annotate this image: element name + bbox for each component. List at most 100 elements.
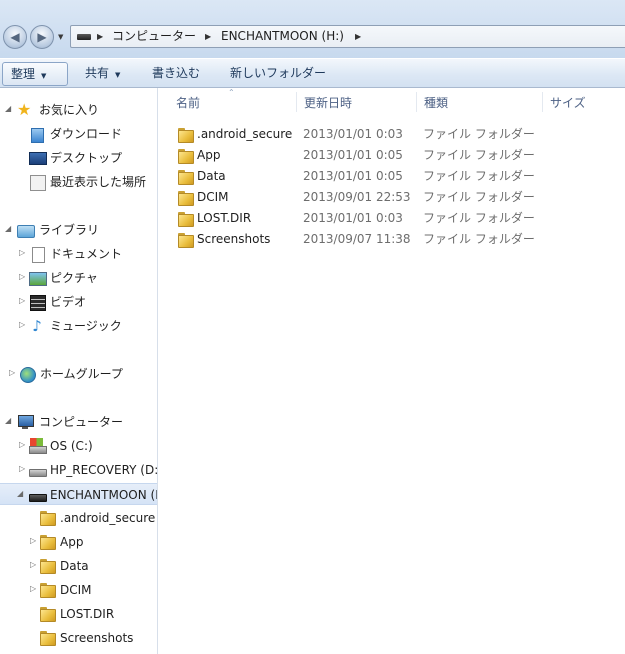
- nav-subfolder[interactable]: Screenshots: [0, 627, 157, 649]
- file-type: ファイル フォルダー: [423, 190, 535, 204]
- folder-icon: [178, 148, 194, 164]
- video-icon: [29, 294, 46, 311]
- new-folder-button[interactable]: 新しいフォルダー: [222, 62, 334, 86]
- nav-item-music[interactable]: ▷ ♪ ミュージック: [0, 315, 157, 337]
- collapsed-chevron-icon[interactable]: ▷: [19, 464, 25, 473]
- column-header-type[interactable]: 種類: [416, 88, 542, 115]
- pictures-icon: [29, 270, 47, 286]
- address-bar[interactable]: ▶ コンピューター ▶ ENCHANTMOON (H:) ▶: [70, 25, 625, 48]
- nav-subfolder[interactable]: .android_secure: [0, 507, 157, 529]
- nav-subfolder[interactable]: ▷ App: [0, 531, 157, 553]
- collapsed-chevron-icon[interactable]: ▷: [30, 536, 36, 545]
- command-toolbar: 整理 ▼ 共有 ▼ 書き込む 新しいフォルダー: [0, 58, 625, 88]
- title-address-area: ◀ ▶ ▼ ▶ コンピューター ▶ ENCHANTMOON (H:) ▶: [0, 0, 625, 58]
- file-list-pane[interactable]: ⌃ 名前 更新日時 種類 サイズ .android_secure 2013/01…: [159, 88, 625, 654]
- file-date: 2013/01/01 0:03: [303, 127, 403, 141]
- collapsed-chevron-icon[interactable]: ▷: [30, 560, 36, 569]
- nav-libraries-label: ライブラリ: [39, 223, 100, 237]
- computer-icon: [17, 414, 34, 430]
- file-type: ファイル フォルダー: [423, 127, 535, 141]
- folder-icon: [178, 211, 194, 227]
- burn-button[interactable]: 書き込む: [144, 62, 208, 86]
- folder-icon: [40, 630, 56, 646]
- column-header-size[interactable]: サイズ: [542, 88, 625, 115]
- breadcrumb-enchantmoon[interactable]: ENCHANTMOON (H:): [221, 26, 344, 47]
- collapsed-chevron-icon[interactable]: ▷: [19, 320, 25, 329]
- nav-subfolder[interactable]: LOST.DIR: [0, 603, 157, 625]
- file-date: 2013/01/01 0:03: [303, 211, 403, 225]
- file-date: 2013/01/01 0:05: [303, 169, 403, 183]
- chevron-down-icon: ▼: [115, 71, 121, 79]
- folder-icon: [40, 558, 56, 574]
- file-row[interactable]: .android_secure 2013/01/01 0:03 ファイル フォル…: [159, 124, 625, 145]
- forward-arrow-icon: ▶: [37, 30, 47, 44]
- nav-computer[interactable]: ◢ コンピューター: [0, 411, 157, 433]
- forward-button[interactable]: ▶: [30, 25, 54, 49]
- nav-drive-d[interactable]: ▷ HP_RECOVERY (D:: [0, 459, 158, 481]
- file-name: DCIM: [197, 190, 229, 204]
- nav-item-pictures[interactable]: ▷ ピクチャ: [0, 267, 157, 289]
- expanded-chevron-icon[interactable]: ◢: [5, 104, 11, 113]
- nav-item-label: HP_RECOVERY (D:: [50, 463, 158, 477]
- folder-icon: [40, 510, 56, 526]
- file-row[interactable]: Data 2013/01/01 0:05 ファイル フォルダー: [159, 166, 625, 187]
- collapsed-chevron-icon[interactable]: ▷: [19, 248, 25, 257]
- download-icon: [29, 126, 45, 143]
- collapsed-chevron-icon[interactable]: ▷: [19, 296, 25, 305]
- file-row[interactable]: Screenshots 2013/09/07 11:38 ファイル フォルダー: [159, 229, 625, 250]
- nav-item-videos[interactable]: ▷ ビデオ: [0, 291, 157, 313]
- breadcrumb-chevron-icon[interactable]: ▶: [97, 26, 103, 47]
- folder-icon: [40, 582, 56, 598]
- expanded-chevron-icon[interactable]: ◢: [5, 416, 11, 425]
- nav-item-downloads[interactable]: ダウンロード: [0, 123, 157, 145]
- nav-favorites[interactable]: ◢ ★ お気に入り: [0, 99, 157, 121]
- nav-item-recent-places[interactable]: 最近表示した場所: [0, 171, 157, 193]
- breadcrumb-chevron-icon[interactable]: ▶: [205, 26, 211, 47]
- organize-label: 整理: [11, 67, 36, 81]
- share-label: 共有: [85, 66, 110, 80]
- desktop-icon: [29, 150, 47, 166]
- expanded-chevron-icon[interactable]: ◢: [5, 224, 11, 233]
- file-row[interactable]: DCIM 2013/09/01 22:53 ファイル フォルダー: [159, 187, 625, 208]
- nav-subfolder[interactable]: ▷ DCIM: [0, 579, 157, 601]
- column-header-name[interactable]: 名前: [168, 88, 296, 115]
- documents-icon: [29, 246, 45, 263]
- nav-item-label: LOST.DIR: [60, 607, 115, 621]
- homegroup-icon: [19, 366, 36, 383]
- nav-homegroup[interactable]: ▷ ホームグループ: [0, 363, 157, 385]
- nav-item-label: ENCHANTMOON (H: [50, 488, 158, 502]
- nav-drive-h[interactable]: ◢ ENCHANTMOON (H: [0, 483, 158, 505]
- breadcrumb-computer[interactable]: コンピューター: [112, 26, 196, 47]
- nav-subfolder[interactable]: ▷ Data: [0, 555, 157, 577]
- nav-item-label: OS (C:): [50, 439, 93, 453]
- collapsed-chevron-icon[interactable]: ▷: [19, 440, 25, 449]
- column-header-date[interactable]: 更新日時: [296, 88, 416, 115]
- file-name: LOST.DIR: [197, 211, 252, 225]
- nav-item-documents[interactable]: ▷ ドキュメント: [0, 243, 157, 265]
- file-name: Data: [197, 169, 226, 183]
- collapsed-chevron-icon[interactable]: ▷: [30, 584, 36, 593]
- folder-icon: [40, 606, 56, 622]
- collapsed-chevron-icon[interactable]: ▷: [19, 272, 25, 281]
- file-row[interactable]: App 2013/01/01 0:05 ファイル フォルダー: [159, 145, 625, 166]
- back-arrow-icon: ◀: [10, 30, 20, 44]
- back-button[interactable]: ◀: [3, 25, 27, 49]
- file-type: ファイル フォルダー: [423, 148, 535, 162]
- collapsed-chevron-icon[interactable]: ▷: [9, 368, 15, 377]
- navigation-pane[interactable]: ◢ ★ お気に入り ダウンロード デスクトップ 最近表示した場所 ◢ ライブラリ…: [0, 88, 158, 654]
- history-dropdown-icon[interactable]: ▼: [58, 33, 66, 41]
- breadcrumb-chevron-icon[interactable]: ▶: [355, 26, 361, 47]
- library-icon: [17, 222, 35, 238]
- file-row[interactable]: LOST.DIR 2013/01/01 0:03 ファイル フォルダー: [159, 208, 625, 229]
- hard-drive-icon: [29, 462, 47, 478]
- nav-libraries[interactable]: ◢ ライブラリ: [0, 219, 157, 241]
- organize-button[interactable]: 整理 ▼: [2, 62, 68, 86]
- chevron-down-icon: ▼: [41, 72, 47, 80]
- nav-item-desktop[interactable]: デスクトップ: [0, 147, 157, 169]
- file-name: .android_secure: [197, 127, 293, 141]
- folder-icon: [178, 232, 194, 248]
- nav-drive-c[interactable]: ▷ OS (C:): [0, 435, 157, 457]
- share-button[interactable]: 共有 ▼: [77, 62, 128, 86]
- recent-places-icon: [29, 174, 46, 191]
- expanded-chevron-icon[interactable]: ◢: [17, 489, 23, 498]
